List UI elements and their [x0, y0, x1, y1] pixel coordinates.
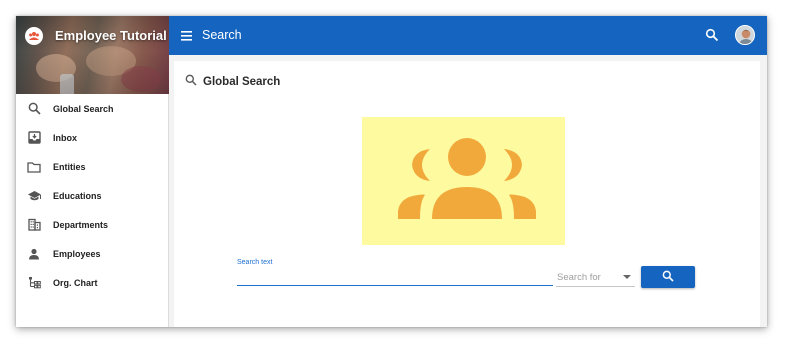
- sidebar-item-employees[interactable]: Employees: [16, 239, 169, 268]
- sidebar-item-label: Entities: [53, 161, 86, 172]
- app-window: Employee Tutorial Global Search Inbox En…: [16, 16, 767, 327]
- person-icon: [26, 246, 42, 262]
- topbar-title: Search: [202, 28, 242, 42]
- sidebar-item-label: Inbox: [53, 132, 77, 143]
- dropdown-arrow-icon: [623, 275, 631, 279]
- people-group-illustration: [362, 117, 565, 245]
- sidebar-item-label: Departments: [53, 219, 109, 230]
- search-icon[interactable]: [705, 28, 719, 42]
- sidebar-item-entities[interactable]: Entities: [16, 152, 169, 181]
- sidebar-item-label: Educations: [53, 190, 102, 201]
- search-text-input[interactable]: [237, 269, 553, 286]
- sidebar-item-org-chart[interactable]: Org. Chart: [16, 268, 169, 297]
- sidebar-item-global-search[interactable]: Global Search: [16, 94, 169, 123]
- building-icon: [26, 217, 42, 233]
- app-title: Employee Tutorial: [55, 28, 167, 43]
- folder-icon: [26, 159, 42, 175]
- inbox-icon: [26, 130, 42, 146]
- top-app-bar: Search: [169, 16, 767, 55]
- graduation-cap-icon: [26, 188, 42, 204]
- people-group-icon: [398, 138, 536, 219]
- main-content-card: Global Search Search text Search for: [174, 61, 760, 327]
- search-button[interactable]: [641, 266, 695, 288]
- sidebar-header-image: Employee Tutorial: [16, 16, 169, 94]
- app-logo-icon: [25, 27, 43, 45]
- hamburger-menu-icon[interactable]: [180, 29, 194, 41]
- page-header: Global Search: [185, 73, 280, 91]
- search-for-placeholder: Search for: [557, 272, 601, 283]
- sidebar-item-label: Employees: [53, 248, 101, 259]
- sidebar-item-label: Org. Chart: [53, 277, 98, 288]
- sidebar-item-educations[interactable]: Educations: [16, 181, 169, 210]
- sidebar-item-inbox[interactable]: Inbox: [16, 123, 169, 152]
- page-title: Global Search: [203, 76, 281, 88]
- user-avatar[interactable]: [735, 25, 755, 45]
- search-icon: [26, 101, 42, 117]
- sidebar-item-label: Global Search: [53, 103, 114, 114]
- search-text-label: Search text: [237, 259, 273, 266]
- org-chart-icon: [26, 275, 42, 291]
- search-icon: [662, 270, 674, 285]
- search-icon: [185, 73, 197, 91]
- search-for-select[interactable]: Search for: [556, 269, 635, 287]
- sidebar: Employee Tutorial Global Search Inbox En…: [16, 16, 169, 327]
- sidebar-item-departments[interactable]: Departments: [16, 210, 169, 239]
- sidebar-nav: Global Search Inbox Entities Educations: [16, 94, 169, 297]
